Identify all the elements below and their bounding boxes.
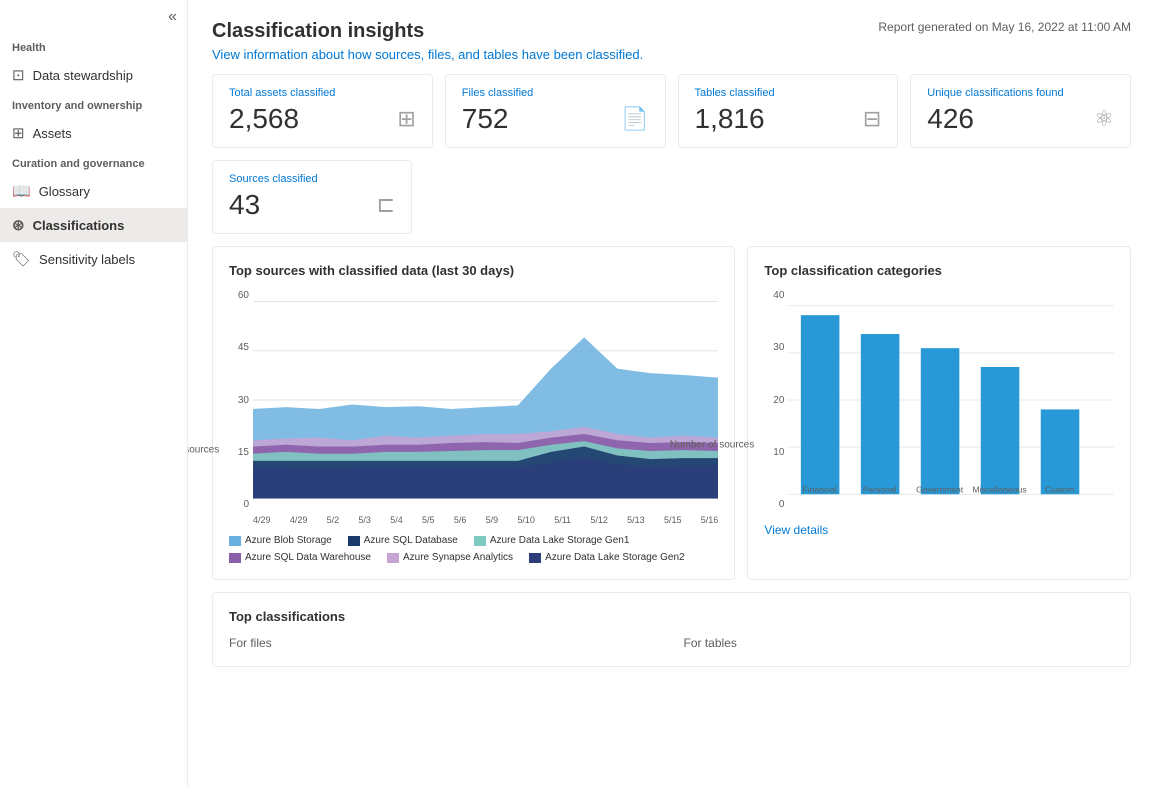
svg-text:Personal: Personal bbox=[863, 485, 897, 495]
for-tables-label: For tables bbox=[684, 636, 1115, 650]
bar-chart-area: Financial Personal Government Miscellane… bbox=[788, 290, 1114, 515]
svg-text:Miscellaneous: Miscellaneous bbox=[973, 485, 1027, 495]
view-details-link[interactable]: View details bbox=[764, 523, 828, 537]
section-inventory-label: Inventory and ownership bbox=[0, 92, 187, 116]
sources-classified-value: 43 bbox=[229, 189, 260, 221]
stat-label-2: Tables classified bbox=[695, 87, 882, 99]
stat-icon-3: ⚛ bbox=[1094, 106, 1114, 132]
stat-cards-row: Total assets classified 2,568 ⊞ Files cl… bbox=[212, 74, 1131, 148]
sidebar-item-label: Classifications bbox=[33, 218, 125, 233]
top-classifications-title: Top classifications bbox=[229, 609, 1114, 624]
svg-text:Government: Government bbox=[917, 485, 965, 495]
sidebar-item-label: Glossary bbox=[39, 184, 90, 199]
sources-classified-icon: ⊏ bbox=[377, 192, 395, 218]
bar-chart-svg: Financial Personal Government Miscellane… bbox=[788, 290, 1114, 510]
legend-color-5 bbox=[529, 553, 541, 563]
legend-item-3: Azure SQL Data Warehouse bbox=[229, 552, 371, 563]
sidebar-item-data-stewardship[interactable]: ⊡ Data stewardship bbox=[0, 58, 187, 92]
legend-label-1: Azure SQL Database bbox=[364, 535, 458, 546]
page-title: Classification insights bbox=[212, 20, 643, 43]
stat-label-1: Files classified bbox=[462, 87, 649, 99]
classifications-icon: ⊛ bbox=[12, 216, 25, 234]
sidebar: « Health ⊡ Data stewardship Inventory an… bbox=[0, 0, 188, 787]
legend-label-0: Azure Blob Storage bbox=[245, 535, 332, 546]
svg-text:Financial: Financial bbox=[803, 485, 837, 495]
sidebar-item-classifications[interactable]: ⊛ Classifications bbox=[0, 208, 187, 242]
legend-color-4 bbox=[387, 553, 399, 563]
charts-row: Top sources with classified data (last 3… bbox=[212, 246, 1131, 580]
section-health-label: Health bbox=[0, 34, 187, 58]
area-chart-legend: Azure Blob Storage Azure SQL Database Az… bbox=[229, 535, 718, 563]
tables-link[interactable]: tables have been classified. bbox=[483, 47, 643, 62]
stat-value-3: 426 bbox=[927, 103, 974, 135]
main-content: Classification insights View information… bbox=[188, 0, 1155, 787]
area-chart-wrapper: 4/294/295/25/35/45/55/65/95/105/115/125/… bbox=[253, 290, 718, 525]
for-files-col: For files bbox=[229, 636, 660, 650]
bar-chart-panel: Top classification categories 403020100 bbox=[747, 246, 1131, 580]
legend-item-4: Azure Synapse Analytics bbox=[387, 552, 513, 563]
title-block: Classification insights View information… bbox=[212, 20, 643, 66]
bar-chart-title: Top classification categories bbox=[764, 263, 1114, 278]
legend-item-1: Azure SQL Database bbox=[348, 535, 458, 546]
sidebar-item-sensitivity-labels[interactable]: 🏷 Sensitivity labels bbox=[0, 242, 187, 276]
stat-card-0: Total assets classified 2,568 ⊞ bbox=[212, 74, 433, 148]
stat-label-0: Total assets classified bbox=[229, 87, 416, 99]
area-chart-ylabel: Number of sources bbox=[188, 444, 219, 455]
legend-item-5: Azure Data Lake Storage Gen2 bbox=[529, 552, 685, 563]
legend-color-0 bbox=[229, 536, 241, 546]
stat-value-2: 1,816 bbox=[695, 103, 765, 135]
legend-color-3 bbox=[229, 553, 241, 563]
section-curation-label: Curation and governance bbox=[0, 150, 187, 174]
sidebar-item-assets[interactable]: ⊞ Assets bbox=[0, 116, 187, 150]
stat-value-1: 752 bbox=[462, 103, 509, 135]
stat-card-1: Files classified 752 📄 bbox=[445, 74, 666, 148]
legend-color-2 bbox=[474, 536, 486, 546]
bottom-cols: For files For tables bbox=[229, 636, 1114, 650]
sources-classified-card: Sources classified 43 ⊏ bbox=[212, 160, 412, 234]
bar-chart-yaxis: 403020100 bbox=[764, 290, 788, 510]
for-files-label: For files bbox=[229, 636, 660, 650]
sidebar-item-label: Data stewardship bbox=[33, 68, 133, 83]
sources-classified-row: Sources classified 43 ⊏ bbox=[212, 160, 1131, 234]
legend-label-4: Azure Synapse Analytics bbox=[403, 552, 513, 563]
stat-icon-0: ⊞ bbox=[397, 106, 415, 132]
stat-icon-2: ⊟ bbox=[863, 106, 881, 132]
area-chart-xaxis: 4/294/295/25/35/45/55/65/95/105/115/125/… bbox=[253, 515, 718, 525]
collapse-button[interactable]: « bbox=[0, 0, 187, 34]
assets-icon: ⊞ bbox=[12, 124, 25, 142]
bar-chart-wrapper: 403020100 bbox=[764, 290, 1114, 515]
page-subtitle: View information about how sources, file… bbox=[212, 47, 643, 62]
area-chart-panel: Top sources with classified data (last 3… bbox=[212, 246, 735, 580]
sidebar-item-label: Assets bbox=[33, 126, 72, 141]
stat-value-0: 2,568 bbox=[229, 103, 299, 135]
bar-chart-ylabel: Number of sources bbox=[670, 439, 754, 450]
report-date: Report generated on May 16, 2022 at 11:0… bbox=[878, 20, 1131, 34]
stat-card-3: Unique classifications found 426 ⚛ bbox=[910, 74, 1131, 148]
legend-label-3: Azure SQL Data Warehouse bbox=[245, 552, 371, 563]
sources-classified-label: Sources classified bbox=[229, 173, 395, 185]
legend-color-1 bbox=[348, 536, 360, 546]
area-chart-svg bbox=[253, 290, 718, 510]
data-stewardship-icon: ⊡ bbox=[12, 66, 25, 84]
page-header: Classification insights View information… bbox=[212, 20, 1131, 66]
stat-icon-1: 📄 bbox=[621, 106, 648, 132]
legend-label-5: Azure Data Lake Storage Gen2 bbox=[545, 552, 685, 563]
sidebar-item-label: Sensitivity labels bbox=[39, 252, 135, 267]
svg-text:Custom: Custom bbox=[1045, 485, 1074, 495]
for-tables-col: For tables bbox=[684, 636, 1115, 650]
area-chart-yaxis: 604530150 bbox=[229, 290, 253, 510]
area-chart-title: Top sources with classified data (last 3… bbox=[229, 263, 718, 278]
glossary-icon: 📖 bbox=[12, 182, 31, 200]
sidebar-item-glossary[interactable]: 📖 Glossary bbox=[0, 174, 187, 208]
legend-item-2: Azure Data Lake Storage Gen1 bbox=[474, 535, 630, 546]
legend-item-0: Azure Blob Storage bbox=[229, 535, 332, 546]
stat-label-3: Unique classifications found bbox=[927, 87, 1114, 99]
legend-label-2: Azure Data Lake Storage Gen1 bbox=[490, 535, 630, 546]
top-classifications-panel: Top classifications For files For tables bbox=[212, 592, 1131, 667]
stat-card-2: Tables classified 1,816 ⊟ bbox=[678, 74, 899, 148]
sensitivity-icon: 🏷 bbox=[12, 250, 31, 268]
